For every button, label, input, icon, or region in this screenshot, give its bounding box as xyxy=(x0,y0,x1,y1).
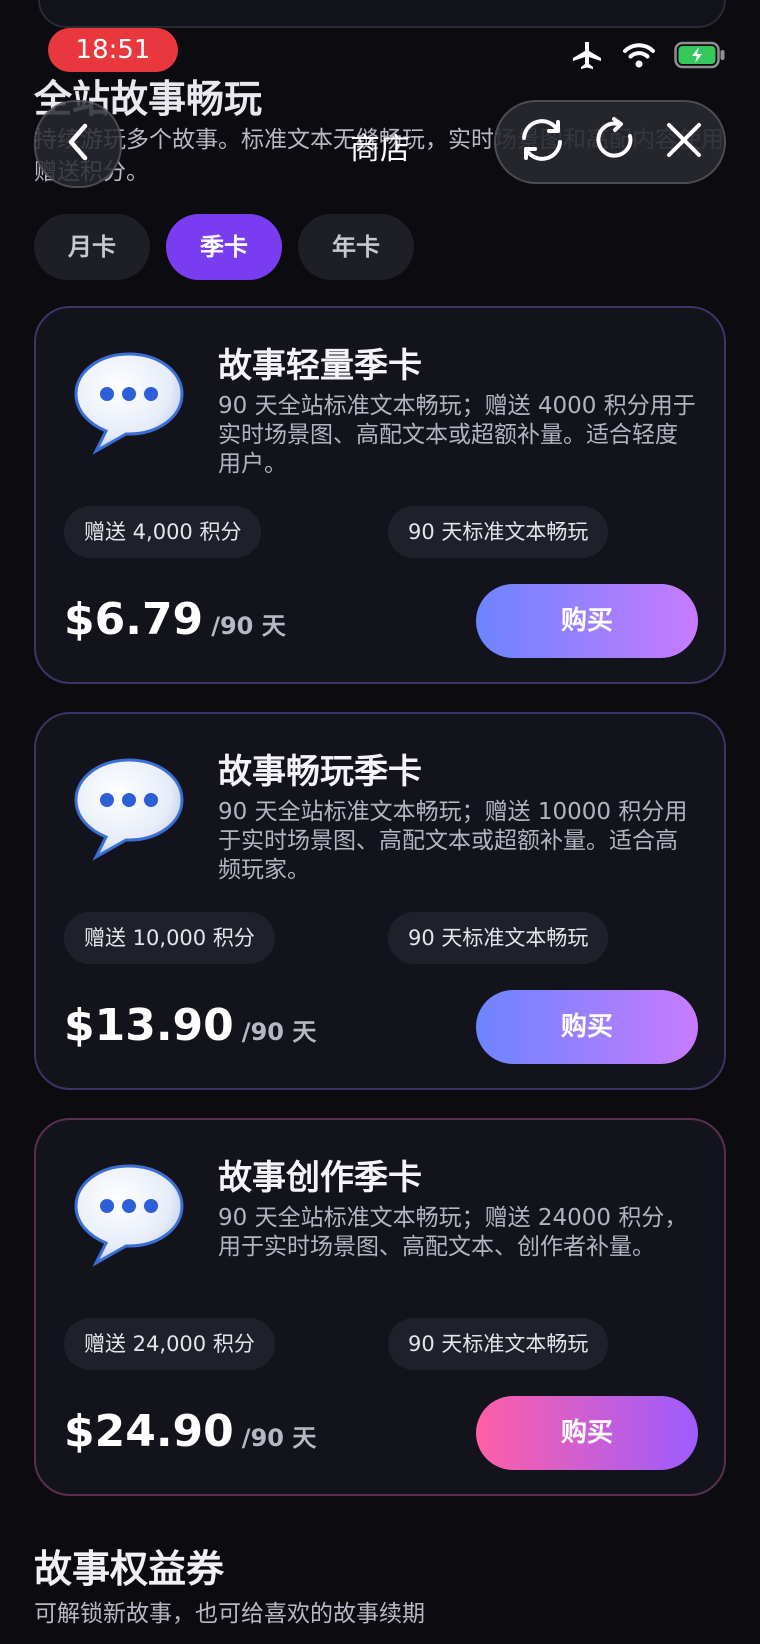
reload-icon[interactable] xyxy=(592,116,640,168)
buy-button[interactable]: 购买 xyxy=(476,1396,698,1470)
status-time: 18:51 xyxy=(48,28,178,72)
plan-price: $13.90/90 天 xyxy=(64,1000,316,1051)
buy-button[interactable]: 购买 xyxy=(476,990,698,1064)
buy-button[interactable]: 购买 xyxy=(476,584,698,658)
plan-card-standard: 故事畅玩季卡 90 天全站标准文本畅玩；赠送 10000 积分用于实时场景图、高… xyxy=(34,712,726,1090)
chevron-left-icon xyxy=(63,122,93,166)
plan-title: 故事轻量季卡 xyxy=(218,346,422,386)
price-unit: /90 天 xyxy=(211,612,286,640)
previous-card-bottom xyxy=(38,0,726,28)
sync-icon[interactable] xyxy=(516,114,568,170)
price-unit: /90 天 xyxy=(241,1018,317,1046)
plan-price: $24.90/90 天 xyxy=(64,1406,316,1457)
chat-bubble-icon xyxy=(70,754,188,862)
back-button[interactable] xyxy=(34,100,122,188)
price-unit: /90 天 xyxy=(241,1424,317,1452)
plan-title: 故事畅玩季卡 xyxy=(218,752,422,792)
tab-monthly[interactable]: 月卡 xyxy=(34,214,150,280)
points-chip: 赠送 10,000 积分 xyxy=(64,912,275,964)
coupon-section-description: 可解锁新故事，也可给喜欢的故事续期 xyxy=(34,1601,425,1627)
plan-title: 故事创作季卡 xyxy=(218,1158,422,1198)
plan-description: 90 天全站标准文本畅玩；赠送 10000 积分用于实时场景图、高配文本或超额补… xyxy=(218,799,688,883)
plan-card-light: 故事轻量季卡 90 天全站标准文本畅玩；赠送 4000 积分用于实时场景图、高配… xyxy=(34,306,726,684)
battery-charging-icon xyxy=(674,41,726,69)
duration-chip: 90 天标准文本畅玩 xyxy=(388,1318,609,1370)
duration-chip: 90 天标准文本畅玩 xyxy=(388,506,609,558)
plan-tabs: 月卡 季卡 年卡 xyxy=(34,214,414,280)
plan-price: $6.79/90 天 xyxy=(64,594,286,645)
chat-bubble-icon xyxy=(70,348,188,456)
price-amount: $6.79 xyxy=(64,594,204,645)
tab-yearly[interactable]: 年卡 xyxy=(298,214,414,280)
nav-actions xyxy=(494,100,726,184)
duration-chip: 90 天标准文本畅玩 xyxy=(388,912,609,964)
price-amount: $24.90 xyxy=(64,1406,234,1457)
plan-card-creator: 故事创作季卡 90 天全站标准文本畅玩；赠送 24000 积分，用于实时场景图、… xyxy=(34,1118,726,1496)
wifi-icon xyxy=(622,41,656,69)
close-icon[interactable] xyxy=(664,120,704,164)
plan-description: 90 天全站标准文本畅玩；赠送 4000 积分用于实时场景图、高配文本或超额补量… xyxy=(218,393,696,477)
points-chip: 赠送 24,000 积分 xyxy=(64,1318,275,1370)
points-chip: 赠送 4,000 积分 xyxy=(64,506,262,558)
tab-quarterly[interactable]: 季卡 xyxy=(166,214,282,280)
status-icons xyxy=(570,40,726,70)
chat-bubble-icon xyxy=(70,1160,188,1268)
plan-description: 90 天全站标准文本畅玩；赠送 24000 积分，用于实时场景图、高配文本、创作… xyxy=(218,1205,688,1260)
coupon-section-title: 故事权益券 xyxy=(34,1547,225,1591)
page-title: 商店 xyxy=(350,132,410,167)
airplane-icon xyxy=(570,40,604,70)
price-amount: $13.90 xyxy=(64,1000,234,1051)
